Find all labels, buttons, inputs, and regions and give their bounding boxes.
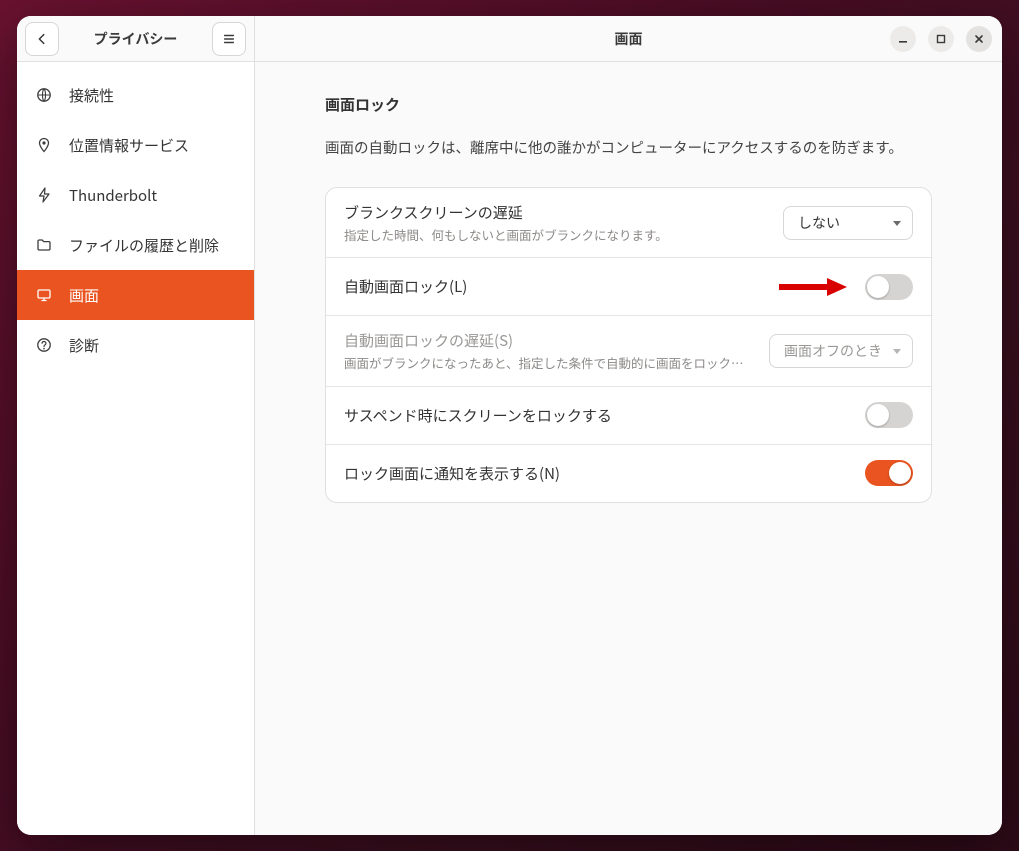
sidebar-title: プライバシー [65,29,206,49]
row-title: 自動画面ロック(L) [344,276,763,297]
row-title: 自動画面ロックの遅延(S) [344,330,755,351]
sidebar-item-label: 診断 [69,335,99,356]
bolt-icon [35,187,53,203]
sidebar-item-connectivity[interactable]: 接続性 [17,70,254,120]
sidebar-item-diagnostics[interactable]: 診断 [17,320,254,370]
window-controls [890,26,992,52]
row-desc: 指定した時間、何もしないと画面がブランクになります。 [344,227,769,243]
pin-icon [35,137,53,153]
row-title: ブランクスクリーンの遅延 [344,202,769,223]
settings-window: プライバシー 画面 [17,16,1002,835]
section-description: 画面の自動ロックは、離席中に他の誰かがコンピューターにアクセスするのを防ぎます。 [325,135,932,161]
chevron-left-icon [35,32,49,46]
row-show-notifications: ロック画面に通知を表示する(N) [326,444,931,502]
sidebar-item-label: 接続性 [69,85,114,106]
row-text: サスペンド時にスクリーンをロックする [344,405,851,426]
sidebar-item-label: 画面 [69,285,99,306]
combo-value: 画面オフのとき [784,341,882,361]
globe-icon [35,87,53,103]
sidebar-item-screen[interactable]: 画面 [17,270,254,320]
row-blank-screen-delay: ブランクスクリーンの遅延 指定した時間、何もしないと画面がブランクになります。 … [326,188,931,257]
sidebar-item-label: ファイルの履歴と削除 [69,235,219,256]
auto-lock-delay-combo: 画面オフのとき [769,334,913,368]
folder-icon [35,237,53,253]
auto-lock-switch[interactable] [865,274,913,300]
section-title: 画面ロック [325,94,932,115]
sidebar-item-thunderbolt[interactable]: Thunderbolt [17,170,254,220]
content: 画面ロック 画面の自動ロックは、離席中に他の誰かがコンピューターにアクセスするの… [255,62,1002,835]
maximize-icon [935,33,947,45]
back-button[interactable] [25,22,59,56]
monitor-icon [35,287,53,303]
row-lock-on-suspend: サスペンド時にスクリーンをロックする [326,386,931,444]
settings-list: ブランクスクリーンの遅延 指定した時間、何もしないと画面がブランクになります。 … [325,187,932,503]
hamburger-icon [222,32,236,46]
close-button[interactable] [966,26,992,52]
row-auto-lock-delay: 自動画面ロックの遅延(S) 画面がブランクになったあと、指定した条件で自動的に画… [326,315,931,385]
minimize-button[interactable] [890,26,916,52]
row-title: サスペンド時にスクリーンをロックする [344,405,851,426]
sidebar-item-label: 位置情報サービス [69,135,189,156]
row-title: ロック画面に通知を表示する(N) [344,463,851,484]
close-icon [973,33,985,45]
blank-screen-delay-combo[interactable]: しない [783,206,913,240]
combo-value: しない [798,213,840,233]
headerbar: プライバシー 画面 [17,16,1002,62]
row-auto-lock: 自動画面ロック(L) [326,257,931,315]
header-left: プライバシー [17,16,255,61]
show-notifications-switch[interactable] [865,460,913,486]
body: 接続性 位置情報サービス Thunderbolt ファイルの履歴と削除 [17,62,1002,835]
sidebar-item-file-history[interactable]: ファイルの履歴と削除 [17,220,254,270]
sidebar-item-location[interactable]: 位置情報サービス [17,120,254,170]
maximize-button[interactable] [928,26,954,52]
row-desc: 画面がブランクになったあと、指定した条件で自動的に画面をロック… [344,355,755,371]
lock-on-suspend-switch[interactable] [865,402,913,428]
help-icon [35,337,53,353]
menu-button[interactable] [212,22,246,56]
row-text: ロック画面に通知を表示する(N) [344,463,851,484]
sidebar: 接続性 位置情報サービス Thunderbolt ファイルの履歴と削除 [17,62,255,835]
callout-arrow [777,274,847,300]
row-text: 自動画面ロックの遅延(S) 画面がブランクになったあと、指定した条件で自動的に画… [344,330,755,371]
minimize-icon [897,33,909,45]
header-right: 画面 [255,16,1002,61]
row-text: ブランクスクリーンの遅延 指定した時間、何もしないと画面がブランクになります。 [344,202,769,243]
row-text: 自動画面ロック(L) [344,276,763,297]
arrow-right-icon [777,276,847,298]
sidebar-item-label: Thunderbolt [69,185,157,206]
